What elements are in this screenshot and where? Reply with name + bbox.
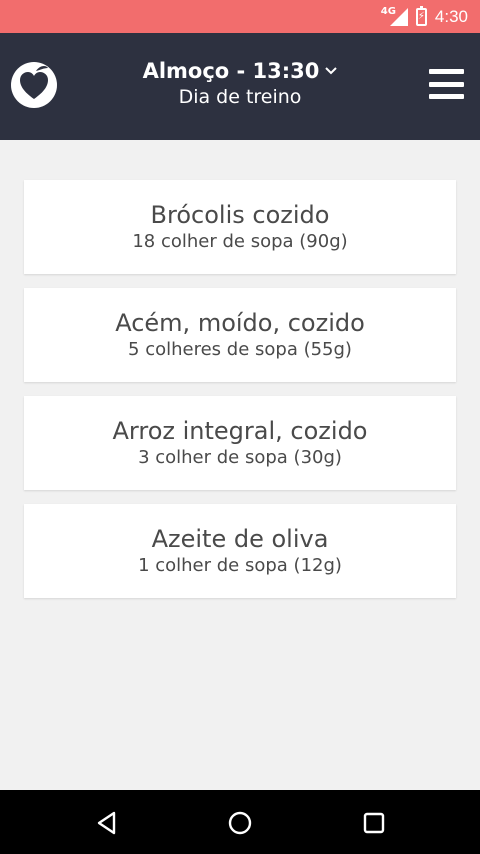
meal-title[interactable]: Almoço - 13:30: [143, 59, 338, 83]
meal-subtitle: Dia de treino: [178, 86, 302, 108]
app-logo-icon[interactable]: [10, 61, 58, 109]
battery-charging-icon: ⚡: [415, 5, 427, 26]
food-item[interactable]: Brócolis cozido 18 colher de sopa (90g): [24, 180, 456, 274]
food-item[interactable]: Azeite de oliva 1 colher de sopa (12g): [24, 504, 456, 598]
meal-title-text: Almoço - 13:30: [142, 59, 320, 83]
food-portion: 5 colheres de sopa (55g): [128, 339, 352, 360]
back-icon[interactable]: [94, 810, 120, 836]
food-item[interactable]: Arroz integral, cozido 3 colher de sopa …: [24, 396, 456, 490]
food-name: Acém, moído, cozido: [115, 309, 365, 337]
home-icon[interactable]: [227, 810, 253, 836]
status-time: 4:30: [434, 6, 468, 26]
menu-icon[interactable]: [429, 69, 464, 99]
food-portion: 1 colher de sopa (12g): [138, 555, 342, 576]
status-bar: 4G ⚡ 4:30: [0, 0, 480, 33]
food-item[interactable]: Acém, moído, cozido 5 colheres de sopa (…: [24, 288, 456, 382]
food-list: Brócolis cozido 18 colher de sopa (90g) …: [24, 180, 456, 612]
food-portion: 18 colher de sopa (90g): [132, 231, 348, 252]
food-name: Arroz integral, cozido: [112, 417, 368, 445]
food-name: Brócolis cozido: [150, 201, 330, 229]
recents-icon[interactable]: [361, 810, 387, 836]
app-bar: Almoço - 13:30 Dia de treino: [0, 33, 480, 140]
meal-selector[interactable]: Almoço - 13:30 Dia de treino: [100, 59, 380, 108]
navigation-bar: [0, 790, 480, 854]
network-type: 4G: [380, 6, 396, 17]
chevron-down-icon: [325, 67, 338, 75]
food-portion: 3 colher de sopa (30g): [138, 447, 342, 468]
food-name: Azeite de oliva: [151, 525, 329, 553]
